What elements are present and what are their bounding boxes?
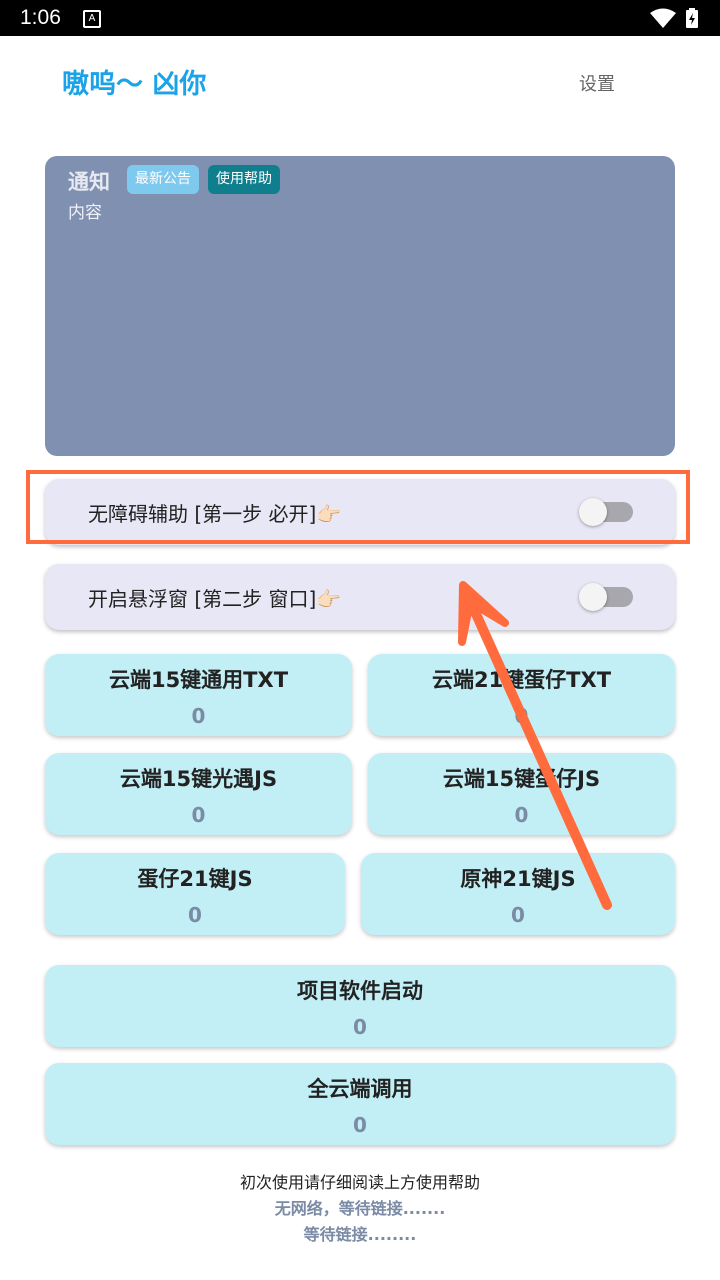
annotation-arrow: [458, 581, 612, 910]
